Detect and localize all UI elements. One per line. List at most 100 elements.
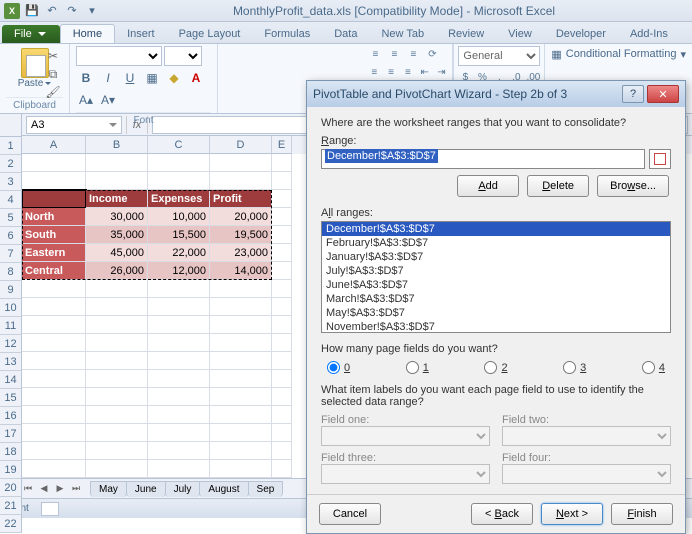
row-header-2[interactable]: 2 — [0, 155, 22, 173]
save-icon[interactable]: 💾 — [24, 3, 40, 19]
cell-C11[interactable] — [148, 334, 210, 352]
cell-D2[interactable] — [210, 172, 272, 190]
row-header-4[interactable]: 4 — [0, 191, 22, 209]
cell-A4[interactable]: North — [22, 208, 86, 226]
sheet-tab-august[interactable]: August — [199, 481, 248, 497]
sheet-prev-icon[interactable]: ◀ — [36, 481, 52, 497]
cell-E2[interactable] — [272, 172, 292, 190]
page-field-radio-3[interactable]: 3 — [563, 361, 586, 374]
tab-review[interactable]: Review — [436, 25, 496, 43]
row-header-12[interactable]: 12 — [0, 335, 22, 353]
range-input[interactable]: December!$A$3:$D$7 — [321, 149, 645, 169]
cell-A8[interactable] — [22, 280, 86, 298]
cell-E18[interactable] — [272, 460, 292, 478]
cell-E13[interactable] — [272, 370, 292, 388]
tab-addins[interactable]: Add-Ins — [618, 25, 680, 43]
font-family-select[interactable] — [76, 46, 162, 66]
tab-new[interactable]: New Tab — [369, 25, 436, 43]
orientation-icon[interactable]: ⟳ — [424, 46, 440, 62]
col-header-A[interactable]: A — [22, 136, 86, 154]
cell-B3[interactable]: Income — [86, 190, 148, 208]
cell-B1[interactable] — [86, 154, 148, 172]
cell-A9[interactable] — [22, 298, 86, 316]
delete-button[interactable]: Delete — [527, 175, 589, 197]
border-button[interactable]: ▦ — [142, 68, 162, 88]
range-picker-icon[interactable] — [649, 149, 671, 169]
range-item[interactable]: November!$A$3:$D$7 — [322, 320, 670, 333]
fill-color-button[interactable]: ◆ — [164, 68, 184, 88]
range-item[interactable]: December!$A$3:$D$7 — [322, 222, 670, 236]
cell-C17[interactable] — [148, 442, 210, 460]
range-item[interactable]: May!$A$3:$D$7 — [322, 306, 670, 320]
cell-E16[interactable] — [272, 424, 292, 442]
cell-E11[interactable] — [272, 334, 292, 352]
cell-A6[interactable]: Eastern — [22, 244, 86, 262]
cell-A11[interactable] — [22, 334, 86, 352]
grow-font-icon[interactable]: A▴ — [76, 90, 96, 110]
row-header-18[interactable]: 18 — [0, 443, 22, 461]
cell-D12[interactable] — [210, 352, 272, 370]
shrink-font-icon[interactable]: A▾ — [98, 90, 118, 110]
cell-D1[interactable] — [210, 154, 272, 172]
back-button[interactable]: < Back — [471, 503, 533, 525]
cell-E9[interactable] — [272, 298, 292, 316]
range-item[interactable]: February!$A$3:$D$7 — [322, 236, 670, 250]
cell-B5[interactable]: 35,000 — [86, 226, 148, 244]
page-field-radio-0[interactable]: 0 — [327, 361, 350, 374]
col-header-C[interactable]: C — [148, 136, 210, 154]
cell-A13[interactable] — [22, 370, 86, 388]
cell-A16[interactable] — [22, 424, 86, 442]
cell-B13[interactable] — [86, 370, 148, 388]
cell-C18[interactable] — [148, 460, 210, 478]
row-header-1[interactable]: 1 — [0, 137, 22, 155]
cell-D4[interactable]: 20,000 — [210, 208, 272, 226]
file-tab[interactable]: File — [2, 25, 60, 43]
cell-D6[interactable]: 23,000 — [210, 244, 272, 262]
range-item[interactable]: June!$A$3:$D$7 — [322, 278, 670, 292]
sheet-tab-may[interactable]: May — [90, 481, 127, 497]
add-button[interactable]: Add — [457, 175, 519, 197]
cell-D18[interactable] — [210, 460, 272, 478]
cell-B7[interactable]: 26,000 — [86, 262, 148, 280]
cell-A2[interactable] — [22, 172, 86, 190]
copy-icon[interactable]: ⧉ — [44, 66, 62, 82]
sheet-last-icon[interactable]: ⏭ — [68, 481, 84, 497]
row-header-9[interactable]: 9 — [0, 281, 22, 299]
cell-A10[interactable] — [22, 316, 86, 334]
cell-D5[interactable]: 19,500 — [210, 226, 272, 244]
cell-A14[interactable] — [22, 388, 86, 406]
cell-E17[interactable] — [272, 442, 292, 460]
cell-B10[interactable] — [86, 316, 148, 334]
cell-A17[interactable] — [22, 442, 86, 460]
cell-E5[interactable] — [272, 226, 292, 244]
cut-icon[interactable]: ✂ — [44, 48, 62, 64]
cell-E6[interactable] — [272, 244, 292, 262]
range-item[interactable]: March!$A$3:$D$7 — [322, 292, 670, 306]
row-header-14[interactable]: 14 — [0, 371, 22, 389]
tab-formulas[interactable]: Formulas — [252, 25, 322, 43]
cell-C3[interactable]: Expenses — [148, 190, 210, 208]
col-header-D[interactable]: D — [210, 136, 272, 154]
row-header-20[interactable]: 20 — [0, 479, 22, 497]
cell-C6[interactable]: 22,000 — [148, 244, 210, 262]
cell-D15[interactable] — [210, 406, 272, 424]
range-item[interactable]: July!$A$3:$D$7 — [322, 264, 670, 278]
row-header-5[interactable]: 5 — [0, 209, 22, 227]
cell-B15[interactable] — [86, 406, 148, 424]
macro-record-icon[interactable] — [41, 502, 59, 516]
cell-C2[interactable] — [148, 172, 210, 190]
row-header-10[interactable]: 10 — [0, 299, 22, 317]
cell-C8[interactable] — [148, 280, 210, 298]
cell-C10[interactable] — [148, 316, 210, 334]
cell-D9[interactable] — [210, 298, 272, 316]
cell-E1[interactable] — [272, 154, 292, 172]
cell-C16[interactable] — [148, 424, 210, 442]
next-button[interactable]: Next > — [541, 503, 603, 525]
cell-E10[interactable] — [272, 316, 292, 334]
tab-home[interactable]: Home — [60, 24, 115, 43]
align-center-icon[interactable]: ≡ — [384, 64, 398, 80]
cell-E4[interactable] — [272, 208, 292, 226]
cell-C13[interactable] — [148, 370, 210, 388]
col-header-E[interactable]: E — [272, 136, 292, 154]
tab-developer[interactable]: Developer — [544, 25, 618, 43]
